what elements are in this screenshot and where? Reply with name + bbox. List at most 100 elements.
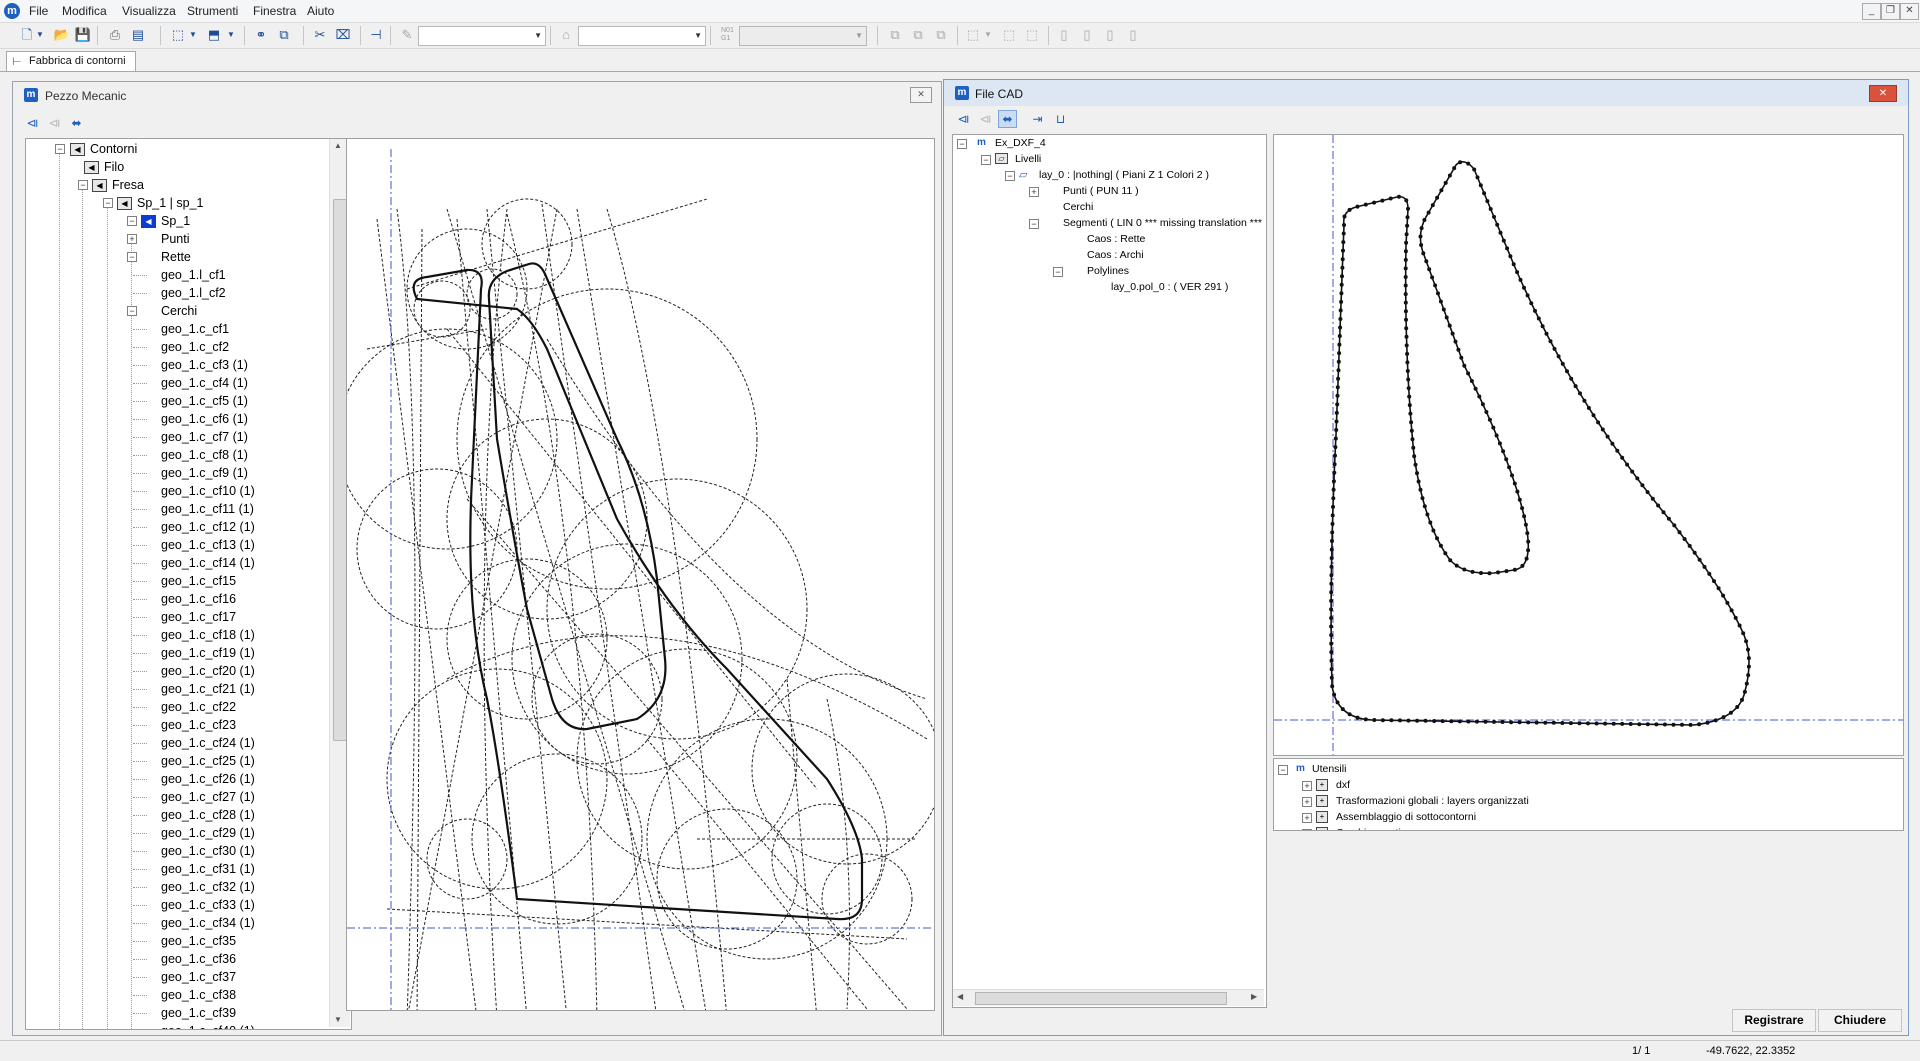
polyline-vertex (1329, 667, 1334, 672)
export-icon[interactable]: ⬒ (205, 26, 223, 44)
scroll-thumb[interactable] (975, 992, 1227, 1005)
import-icon[interactable]: ⬚ (169, 26, 187, 44)
polyline-vertex (1336, 368, 1341, 373)
polyline-vertex (1337, 334, 1342, 338)
delete-icon[interactable]: ⌧ (334, 26, 352, 44)
collapse-icon[interactable]: − (1005, 171, 1015, 181)
layer-select[interactable]: ▼ (418, 26, 546, 46)
tree-label: geo_1.c_cf7 (1) (161, 430, 248, 444)
menu-file[interactable]: File (29, 3, 48, 19)
link-icon[interactable]: ⧉ (275, 26, 293, 44)
save-icon[interactable]: 💾 (74, 26, 92, 44)
previous-icon[interactable]: ⧏ (976, 110, 995, 128)
expand-icon[interactable]: + (1029, 187, 1039, 197)
restore-icon[interactable]: ❐ (1881, 3, 1900, 20)
close-window-icon[interactable]: ✕ (1869, 85, 1897, 102)
collapse-icon[interactable]: − (127, 252, 137, 262)
collapse-icon[interactable]: − (55, 144, 65, 154)
contour-tree[interactable]: − ◀ Contorni ◀ Filo − ◀ Fresa − ◀ Sp_1 |… (25, 138, 352, 1030)
polyline-vertex (1586, 406, 1591, 410)
tree-horizontal-scrollbar[interactable]: ◀ ▶ (953, 989, 1264, 1006)
next-icon[interactable]: ⬌ (998, 110, 1017, 128)
tool-icon[interactable]: ✎ (398, 26, 416, 44)
collapse-icon[interactable]: − (981, 155, 991, 165)
chevron-down-icon[interactable]: ▼ (35, 26, 45, 44)
origin-select[interactable]: ▼ (739, 26, 867, 46)
layer-add-icon[interactable]: ⧉ (886, 26, 904, 44)
close-window-icon[interactable]: ✕ (910, 87, 932, 103)
polyline-vertex (1687, 543, 1692, 548)
menu-modifica[interactable]: Modifica (62, 3, 107, 19)
menu-visualizza[interactable]: Visualizza (122, 3, 176, 19)
collapse-icon[interactable]: − (103, 198, 113, 208)
shape-select[interactable]: ▼ (578, 26, 706, 46)
nodes-icon[interactable]: ⚭ (252, 26, 270, 44)
scroll-right-icon[interactable]: ▶ (1251, 992, 1257, 1001)
shape-icon[interactable]: ⌂ (557, 26, 575, 44)
collapse-icon[interactable]: − (1029, 219, 1039, 229)
next-icon[interactable]: ⬌ (67, 114, 86, 132)
polyline-vertex (1473, 386, 1478, 391)
open-folder-icon[interactable]: 📂 (53, 26, 71, 44)
layer-remove-icon[interactable]: ⧉ (909, 26, 927, 44)
tools-tree[interactable]: − m Utensili + + dxf + + Trasformazioni globa… (1273, 758, 1904, 831)
scroll-left-icon[interactable]: ◀ (957, 992, 963, 1001)
print-icon[interactable]: ⎙ (106, 26, 124, 44)
first-icon[interactable]: ⧏ (954, 110, 973, 128)
polyline-vertex (1501, 449, 1506, 454)
layer-clear-icon[interactable]: ⧉ (932, 26, 950, 44)
paste-icon[interactable]: ▯ (1078, 26, 1096, 44)
menu-finestra[interactable]: Finestra (253, 3, 296, 19)
first-icon[interactable]: ⧏ (23, 114, 42, 132)
polyline-vertex (1338, 325, 1343, 330)
previous-icon[interactable]: ⧏ (45, 114, 64, 132)
polyline-vertex (1403, 266, 1408, 271)
print-setup-icon[interactable]: ▤ (129, 26, 147, 44)
app-logo-icon[interactable]: m (4, 3, 20, 19)
expand-icon[interactable]: + (127, 234, 137, 244)
cad-preview-canvas[interactable] (1273, 134, 1904, 756)
expand-icon[interactable]: + (1302, 829, 1312, 830)
contour-icon[interactable]: ⊣ (367, 26, 385, 44)
collapse-icon[interactable]: − (127, 306, 137, 316)
contour-preview-canvas[interactable] (346, 138, 935, 1011)
chevron-down-icon[interactable]: ▼ (983, 26, 993, 44)
copy-icon[interactable]: ▯ (1055, 26, 1073, 44)
close-icon[interactable]: ✕ (1900, 3, 1919, 20)
menu-strumenti[interactable]: Strumenti (187, 3, 238, 19)
tree-connector (133, 797, 147, 799)
collapse-icon[interactable]: − (1053, 267, 1063, 277)
polyline-vertex (1469, 379, 1474, 383)
collapse-icon[interactable]: − (127, 216, 137, 226)
collapse-icon[interactable]: − (78, 180, 88, 190)
tree-connector (133, 437, 147, 439)
new-file-icon[interactable]: 🗋 (18, 26, 36, 44)
menu-aiuto[interactable]: Aiuto (307, 3, 334, 19)
close-button[interactable]: Chiudere (1818, 1009, 1902, 1032)
register-button[interactable]: Registrare (1732, 1009, 1816, 1032)
polyline-vertex (1422, 504, 1427, 509)
polyline-vertex (1474, 719, 1479, 724)
tab-fabbrica-di-contorni[interactable]: ⊢ Fabbrica di contorni (6, 51, 136, 72)
tree-label: geo_1.c_cf12 (1) (161, 520, 255, 534)
collapse-icon[interactable]: − (1278, 765, 1288, 775)
expand-icon[interactable]: + (1302, 781, 1312, 791)
collapse-icon[interactable]: − (957, 139, 967, 149)
remove-icon[interactable]: ▯ (1101, 26, 1119, 44)
swap-icon[interactable]: ⇥ (1028, 110, 1047, 128)
cad-tree[interactable]: − m Ex_DXF_4 − ▱ Livelli − ▱ lay_0 : |no… (952, 134, 1267, 1008)
expand-icon[interactable]: + (1302, 797, 1312, 807)
erase-icon[interactable]: ▯ (1124, 26, 1142, 44)
union-icon[interactable]: ⊔ (1051, 110, 1070, 128)
merge-icon[interactable]: ⬚ (1023, 26, 1041, 44)
expand-icon[interactable]: + (1302, 813, 1312, 823)
ungroup-icon[interactable]: ⬚ (1000, 26, 1018, 44)
chevron-down-icon[interactable]: ▼ (226, 26, 236, 44)
minimize-icon[interactable]: _ (1862, 3, 1881, 20)
chevron-down-icon[interactable]: ▼ (188, 26, 198, 44)
group-icon[interactable]: ⬚ (964, 26, 982, 44)
cut-icon[interactable]: ✂ (311, 26, 329, 44)
scroll-down-icon[interactable]: ▼ (334, 1015, 342, 1024)
polyline-vertex (1458, 160, 1463, 165)
scroll-up-icon[interactable]: ▲ (334, 141, 342, 150)
